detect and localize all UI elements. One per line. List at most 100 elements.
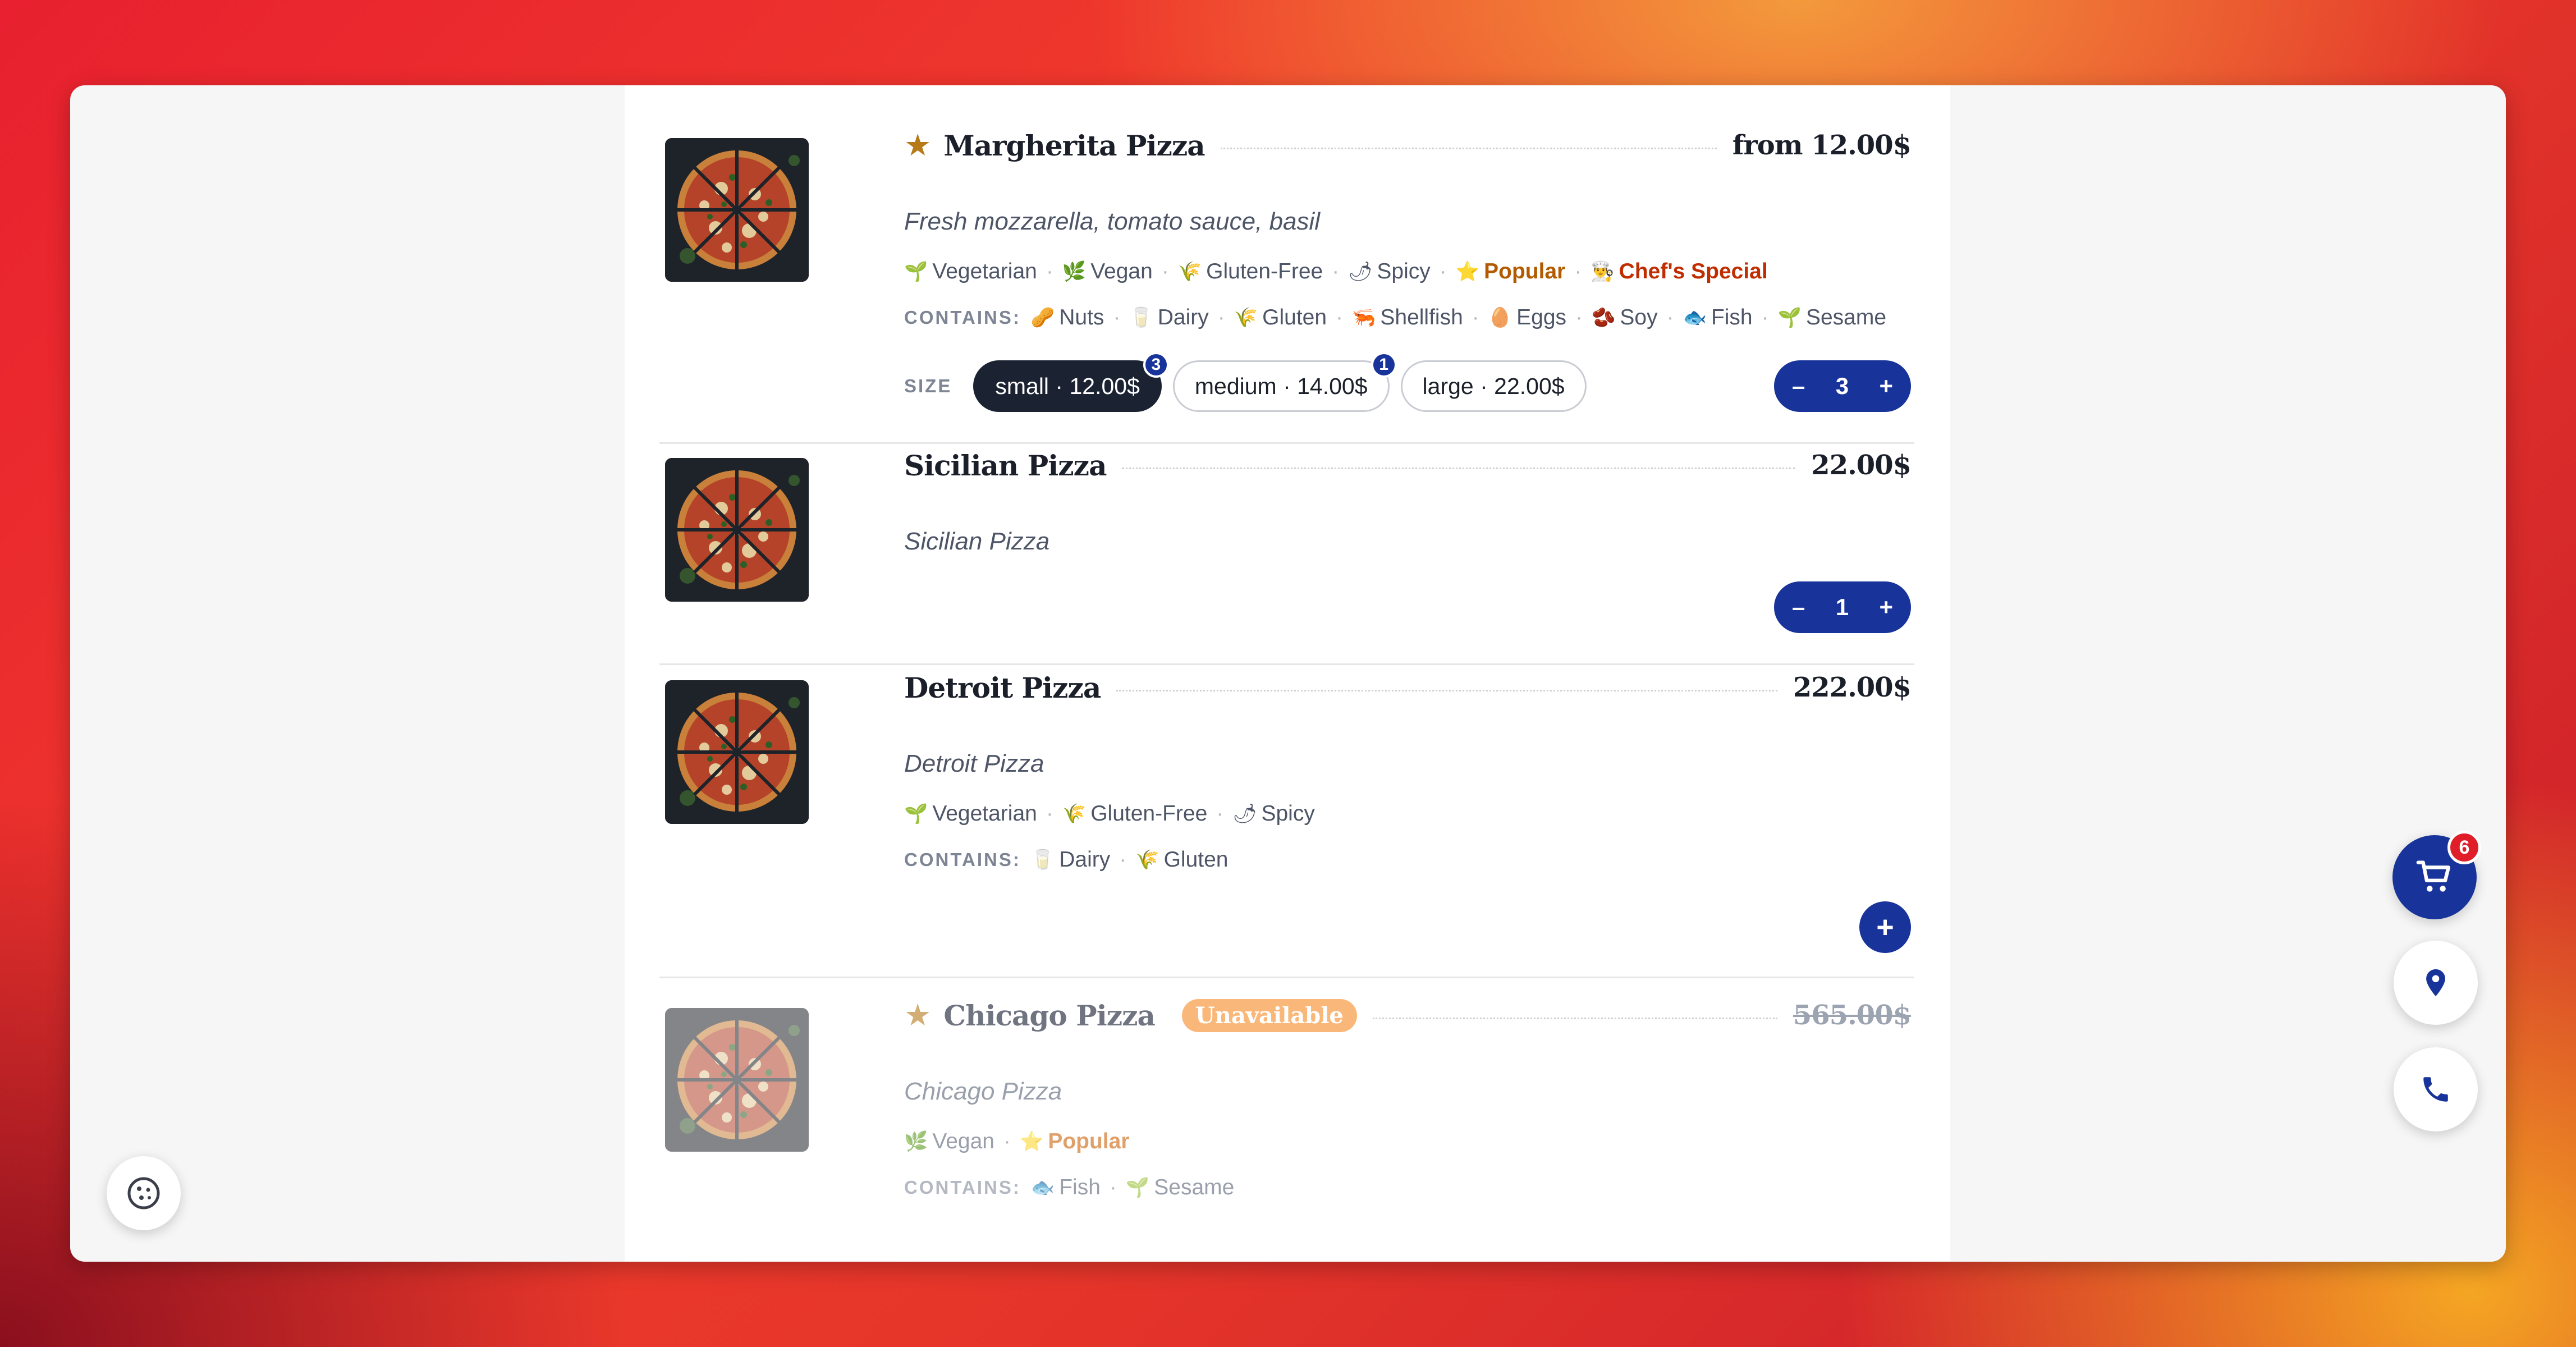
menu-panel: ★ Margherita Pizza from 12.00$ Fresh moz… xyxy=(625,85,1950,1262)
decrement-button[interactable]: – xyxy=(1792,594,1805,621)
size-option-small[interactable]: small · 12.00$ 3 xyxy=(973,352,1169,412)
separator-dot: · xyxy=(1046,259,1053,283)
separator-dot: · xyxy=(1161,259,1169,283)
separator-dot: · xyxy=(1439,259,1447,283)
menu-item-detroit: Detroit Pizza 222.00$ Detroit Pizza 🌱 Veg… xyxy=(625,666,1950,974)
separator-dot: · xyxy=(1217,305,1225,329)
shrimp-icon: 🦐 xyxy=(1352,307,1376,328)
allergen-nuts: 🥜 Nuts xyxy=(1030,305,1104,329)
phone-button[interactable] xyxy=(2394,1047,2478,1131)
add-to-cart-button[interactable]: + xyxy=(1859,901,1911,953)
separator-dot: · xyxy=(1119,847,1127,872)
tag-gluten-free: 🌾 Gluten-Free xyxy=(1062,801,1208,826)
item-price: 565.00$ xyxy=(1793,1000,1912,1031)
allergen-list: CONTAINS: 🐟 Fish · 🌱 Sesame xyxy=(904,1175,1234,1200)
contains-label: CONTAINS: xyxy=(904,307,1021,328)
star-icon: ⭐ xyxy=(1019,1131,1044,1152)
item-title-row: Sicilian Pizza 22.00$ xyxy=(904,446,1912,485)
pizza-image[interactable] xyxy=(665,138,809,282)
allergen-soy: 🫘 Soy xyxy=(1592,305,1658,329)
increment-button[interactable]: + xyxy=(1879,373,1893,400)
increment-button[interactable]: + xyxy=(1879,594,1893,621)
location-button[interactable] xyxy=(2394,941,2478,1025)
tag-chefs-special: 👨‍🍳 Chef's Special xyxy=(1590,259,1768,283)
allergen-gluten: 🌾 Gluten xyxy=(1135,847,1229,872)
separator-dot: · xyxy=(1113,305,1121,329)
chili-icon: 🌶 xyxy=(1232,803,1257,824)
allergen-sesame: 🌱 Sesame xyxy=(1125,1175,1235,1199)
tag-vegan: 🌿 Vegan xyxy=(1062,259,1153,283)
separator-dot: · xyxy=(1003,1129,1011,1153)
separator-dot: · xyxy=(1574,259,1582,283)
allergen-dairy: 🥛 Dairy xyxy=(1129,305,1209,329)
quantity-stepper: – 1 + xyxy=(1774,581,1911,633)
pizza-image[interactable] xyxy=(665,680,809,824)
separator-dot: · xyxy=(1575,305,1583,329)
cart-button[interactable]: 6 xyxy=(2392,831,2481,919)
soy-icon: 🫘 xyxy=(1592,307,1616,328)
milk-icon: 🥛 xyxy=(1030,849,1055,870)
star-icon: ⭐ xyxy=(1455,261,1480,282)
item-name: Detroit Pizza xyxy=(904,671,1101,704)
size-count-badge: 3 xyxy=(1143,352,1169,378)
allergen-dairy: 🥛 Dairy xyxy=(1030,847,1111,872)
item-title-row: ★ Chicago Pizza Unavailable 565.00$ xyxy=(904,996,1912,1035)
cookie-settings-button[interactable] xyxy=(107,1156,181,1230)
item-name: Margherita Pizza xyxy=(943,129,1205,162)
size-option-medium[interactable]: medium · 14.00$ 1 xyxy=(1172,352,1397,412)
dietary-tags: 🌿 Vegan · ⭐ Popular xyxy=(904,1129,1130,1154)
dotted-leader xyxy=(1116,689,1777,691)
featured-star-icon: ★ xyxy=(904,129,932,162)
sprout-icon: 🌱 xyxy=(904,261,928,282)
pizza-image[interactable] xyxy=(665,458,809,602)
size-option-label: small · 12.00$ xyxy=(995,373,1140,399)
separator-dot: · xyxy=(1216,801,1224,826)
shopping-cart-icon xyxy=(2416,860,2450,892)
separator-dot: · xyxy=(1472,305,1479,329)
dietary-tags: 🌱 Vegetarian · 🌿 Vegan · 🌾 Gluten-Free · 🌶 S… xyxy=(904,259,1768,284)
tag-spicy: 🌶 Spicy xyxy=(1232,801,1315,826)
item-title-row: ★ Margherita Pizza from 12.00$ xyxy=(904,126,1912,165)
separator-dot: · xyxy=(1666,305,1674,329)
milk-icon: 🥛 xyxy=(1129,307,1153,328)
allergen-fish: 🐟 Fish xyxy=(1683,305,1753,329)
dotted-leader xyxy=(1220,147,1717,149)
leaf-icon: 🌿 xyxy=(904,1131,928,1152)
cookie-icon xyxy=(127,1177,160,1209)
dotted-leader xyxy=(1372,1017,1777,1019)
fish-icon: 🐟 xyxy=(1683,307,1707,328)
item-divider xyxy=(659,442,1914,444)
contains-label: CONTAINS: xyxy=(904,1177,1021,1198)
separator-dot: · xyxy=(1761,305,1769,329)
item-description: Chicago Pizza xyxy=(904,1078,1062,1105)
quantity-value: 3 xyxy=(1835,373,1849,399)
size-option-large[interactable]: large · 22.00$ xyxy=(1400,360,1587,412)
decrement-button[interactable]: – xyxy=(1792,373,1805,400)
tag-vegan: 🌿 Vegan xyxy=(904,1129,994,1153)
fish-icon: 🐟 xyxy=(1030,1177,1055,1198)
tag-vegetarian: 🌱 Vegetarian xyxy=(904,259,1037,283)
browser-window: ★ Margherita Pizza from 12.00$ Fresh moz… xyxy=(70,85,2506,1262)
dotted-leader xyxy=(1122,467,1796,469)
allergen-shellfish: 🦐 Shellfish xyxy=(1352,305,1463,329)
phone-icon xyxy=(2423,1077,2448,1102)
item-price: 22.00$ xyxy=(1811,450,1912,481)
item-title-row: Detroit Pizza 222.00$ xyxy=(904,668,1912,707)
quantity-value: 1 xyxy=(1835,594,1849,620)
sesame-icon: 🌱 xyxy=(1125,1177,1150,1198)
wheat-icon: 🌾 xyxy=(1062,803,1087,824)
size-count-badge: 1 xyxy=(1370,352,1397,378)
unavailable-badge: Unavailable xyxy=(1181,998,1357,1032)
nut-icon: 🥜 xyxy=(1030,307,1055,328)
item-name: Sicilian Pizza xyxy=(904,448,1107,482)
size-selector: SIZE small · 12.00$ 3 medium · 14.00$ 1 … xyxy=(904,352,1598,412)
separator-dot: · xyxy=(1332,259,1340,283)
size-label: SIZE xyxy=(904,375,952,396)
tag-vegetarian: 🌱 Vegetarian xyxy=(904,801,1037,826)
item-price: 222.00$ xyxy=(1793,672,1912,703)
tag-gluten-free: 🌾 Gluten-Free xyxy=(1177,259,1323,283)
sesame-icon: 🌱 xyxy=(1777,307,1802,328)
chef-icon: 👨‍🍳 xyxy=(1590,261,1615,282)
allergen-fish: 🐟 Fish xyxy=(1030,1175,1101,1199)
allergen-list: CONTAINS: 🥜 Nuts · 🥛 Dairy · 🌾 Gluten · 🦐 Sh… xyxy=(904,305,1886,330)
